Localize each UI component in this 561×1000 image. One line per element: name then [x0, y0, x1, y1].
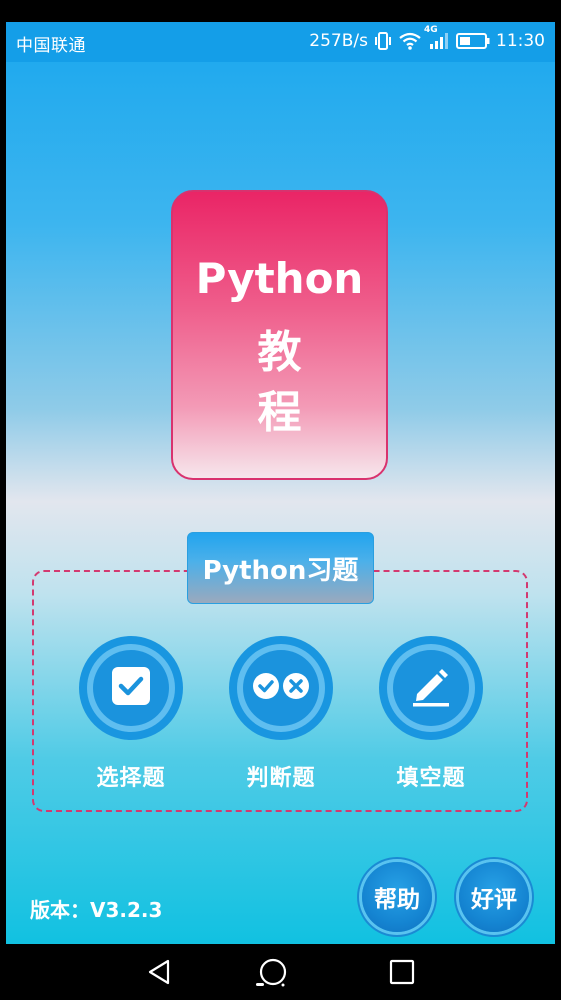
- recent-apps-icon[interactable]: [389, 958, 415, 990]
- battery-icon: [456, 32, 490, 50]
- net-speed: 257B/s: [309, 31, 368, 51]
- logo-title-char1: 教: [257, 327, 302, 378]
- signal-icon: 4G: [424, 25, 450, 51]
- carrier-name: 中国联通: [16, 36, 86, 56]
- true-false-label: 判断题: [246, 766, 316, 791]
- vibrate-icon: [374, 31, 392, 51]
- fill-blank-circle[interactable]: [379, 636, 483, 740]
- network-type: 4G: [424, 25, 438, 35]
- home-icon[interactable]: [254, 957, 288, 993]
- wifi-icon: [398, 31, 422, 51]
- checkbox-icon: [110, 665, 152, 711]
- multiple-choice-button[interactable]: 选择题: [79, 636, 183, 792]
- fill-blank-button[interactable]: 填空题: [379, 636, 483, 792]
- multiple-choice-label: 选择题: [96, 766, 166, 791]
- help-button[interactable]: 帮助: [362, 862, 432, 932]
- pencil-icon: [409, 664, 453, 712]
- app-screen: 中国联通 257B/s 4G 11:30 Python 教 程 Python习题: [6, 22, 555, 944]
- status-bar: 中国联通 257B/s 4G 11:30: [6, 22, 555, 62]
- clock: 11:30: [496, 31, 545, 51]
- fill-blank-label: 填空题: [396, 766, 466, 791]
- logo-title-python: Python: [195, 254, 364, 303]
- true-false-button[interactable]: 判断题: [229, 636, 333, 792]
- true-false-circle[interactable]: [229, 636, 333, 740]
- app-logo-card: Python 教 程: [171, 190, 388, 480]
- back-icon[interactable]: [146, 958, 172, 990]
- version-text: 版本：V3.2.3: [30, 898, 163, 922]
- multiple-choice-circle[interactable]: [79, 636, 183, 740]
- logo-title-char2: 程: [257, 387, 302, 438]
- navigation-bar: [0, 944, 561, 1000]
- exercise-title: Python习题: [187, 532, 374, 604]
- true-false-icon: [251, 671, 311, 705]
- status-icons: 257B/s 4G 11:30: [309, 25, 545, 51]
- rate-button[interactable]: 好评: [459, 862, 529, 932]
